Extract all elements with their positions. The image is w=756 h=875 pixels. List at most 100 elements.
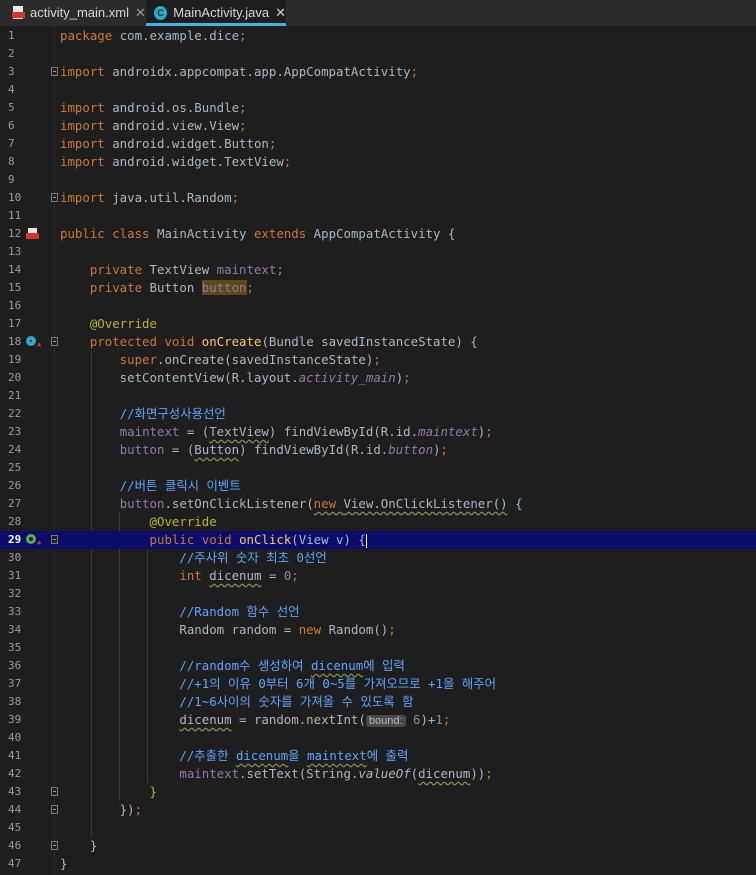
line-number[interactable]: 22 (8, 405, 38, 423)
code-line[interactable]: 18 ▲ protected void onCreate(Bundle saved… (0, 333, 756, 351)
code-line[interactable]: 42 maintext.setText(String.valueOf(dicen… (0, 765, 756, 783)
code-line[interactable]: 6 import android.view.View; (0, 117, 756, 135)
line-number[interactable]: 9 (8, 171, 38, 189)
code-text[interactable]: private Button button; (60, 279, 254, 297)
code-line[interactable]: 7 import android.widget.Button; (0, 135, 756, 153)
implement-method-icon[interactable] (26, 534, 36, 544)
code-line[interactable]: 2 (0, 45, 756, 63)
code-line[interactable]: 29 ▲ public void onClick(View v) { (0, 531, 756, 549)
code-line[interactable]: 46 } (0, 837, 756, 855)
code-line[interactable]: 47} (0, 855, 756, 873)
line-number[interactable]: 37 (8, 675, 38, 693)
tab-activity-main-xml[interactable]: activity_main.xml ✕ (0, 0, 146, 25)
code-text[interactable]: } (60, 855, 67, 873)
code-line[interactable]: 37 //+1의 이유 0부터 6개 0~5를 가져오므로 +1을 해주어 (0, 675, 756, 693)
code-text[interactable]: @Override (60, 315, 157, 333)
code-text[interactable]: //버튼 클릭시 이벤트 (60, 477, 241, 495)
line-number[interactable]: 31 (8, 567, 38, 585)
code-text[interactable]: Random random = new Random(); (60, 621, 395, 639)
code-text[interactable]: dicenum = random.nextInt(bound: 6)+1; (60, 711, 450, 730)
code-text[interactable]: //추출한 dicenum을 maintext에 출력 (60, 747, 408, 765)
line-number[interactable]: 1 (8, 27, 38, 45)
code-line[interactable]: 11 (0, 207, 756, 225)
line-number[interactable]: 15 (8, 279, 38, 297)
code-line[interactable]: 39 dicenum = random.nextInt(bound: 6)+1; (0, 711, 756, 729)
line-number[interactable]: 7 (8, 135, 38, 153)
line-number[interactable]: 27 (8, 495, 38, 513)
line-number[interactable]: 40 (8, 729, 38, 747)
code-text[interactable]: //주사위 숫자 최초 0선언 (60, 549, 326, 567)
line-number[interactable]: 24 (8, 441, 38, 459)
line-number[interactable]: 23 (8, 423, 38, 441)
code-line[interactable]: 45 (0, 819, 756, 837)
line-number[interactable]: 33 (8, 603, 38, 621)
fold-toggle-icon[interactable] (51, 805, 58, 814)
line-number[interactable]: 17 (8, 315, 38, 333)
line-number[interactable]: 10 (8, 189, 38, 207)
code-line[interactable]: 13 (0, 243, 756, 261)
line-number[interactable]: 21 (8, 387, 38, 405)
code-line[interactable]: 33 //Random 함수 선언 (0, 603, 756, 621)
code-line[interactable]: 5 import android.os.Bundle; (0, 99, 756, 117)
code-line[interactable]: 21 (0, 387, 756, 405)
code-text[interactable]: } (60, 783, 157, 801)
code-text[interactable]: maintext = (TextView) findViewById(R.id.… (60, 423, 493, 441)
fold-toggle-icon[interactable] (51, 193, 58, 202)
code-line[interactable]: 15 private Button button; (0, 279, 756, 297)
code-text[interactable]: package com.example.dice; (60, 27, 247, 45)
code-line[interactable]: 40 (0, 729, 756, 747)
code-line[interactable]: 34 Random random = new Random(); (0, 621, 756, 639)
line-number[interactable]: 36 (8, 657, 38, 675)
code-text[interactable]: int dicenum = 0; (60, 567, 298, 585)
tab-mainactivity-java[interactable]: C MainActivity.java ✕ (146, 0, 286, 26)
fold-toggle-icon[interactable] (51, 67, 58, 76)
line-number[interactable]: 28 (8, 513, 38, 531)
line-number[interactable]: 42 (8, 765, 38, 783)
line-number[interactable]: 43 (8, 783, 38, 801)
code-line[interactable]: 43 } (0, 783, 756, 801)
code-text[interactable]: maintext.setText(String.valueOf(dicenum)… (60, 765, 492, 783)
line-number[interactable]: 14 (8, 261, 38, 279)
code-text[interactable]: //화면구성사용선언 (60, 405, 226, 423)
code-text[interactable]: import android.os.Bundle; (60, 99, 247, 117)
code-text[interactable]: //1~6사이의 숫자를 가져올 수 있도록 함 (60, 693, 413, 711)
code-line[interactable]: 26 //버튼 클릭시 이벤트 (0, 477, 756, 495)
line-number[interactable]: 11 (8, 207, 38, 225)
related-layout-icon[interactable] (26, 228, 40, 240)
code-text[interactable]: //random수 생성하여 dicenum에 입력 (60, 657, 405, 675)
code-line[interactable]: 25 (0, 459, 756, 477)
code-line[interactable]: 23 maintext = (TextView) findViewById(R.… (0, 423, 756, 441)
code-line[interactable]: 20 setContentView(R.layout.activity_main… (0, 369, 756, 387)
code-line[interactable]: 4 (0, 81, 756, 99)
code-line[interactable]: 22 //화면구성사용선언 (0, 405, 756, 423)
code-line[interactable]: 36 //random수 생성하여 dicenum에 입력 (0, 657, 756, 675)
fold-toggle-icon[interactable] (51, 535, 58, 544)
code-line[interactable]: 31 int dicenum = 0; (0, 567, 756, 585)
code-line[interactable]: 10 import java.util.Random; (0, 189, 756, 207)
code-text[interactable]: setContentView(R.layout.activity_main); (60, 369, 411, 387)
code-text[interactable]: import android.widget.Button; (60, 135, 276, 153)
line-number[interactable]: 44 (8, 801, 38, 819)
line-number[interactable]: 20 (8, 369, 38, 387)
code-text[interactable]: import android.widget.TextView; (60, 153, 291, 171)
line-number[interactable]: 13 (8, 243, 38, 261)
code-line[interactable]: 30 //주사위 숫자 최초 0선언 (0, 549, 756, 567)
line-number[interactable]: 19 (8, 351, 38, 369)
code-text[interactable]: } (60, 837, 97, 855)
code-line[interactable]: 41 //추출한 dicenum을 maintext에 출력 (0, 747, 756, 765)
fold-toggle-icon[interactable] (51, 841, 58, 850)
line-number[interactable]: 45 (8, 819, 38, 837)
override-method-icon[interactable] (26, 336, 36, 346)
line-number[interactable]: 38 (8, 693, 38, 711)
code-line[interactable]: 9 (0, 171, 756, 189)
close-icon[interactable]: ✕ (135, 5, 146, 21)
line-number[interactable]: 32 (8, 585, 38, 603)
code-line[interactable]: 24 button = (Button) findViewById(R.id.b… (0, 441, 756, 459)
code-line[interactable]: 8 import android.widget.TextView; (0, 153, 756, 171)
line-number[interactable]: 26 (8, 477, 38, 495)
code-text[interactable]: button.setOnClickListener(new View.OnCli… (60, 495, 523, 513)
code-text[interactable]: }); (60, 801, 142, 819)
code-text[interactable]: @Override (60, 513, 217, 531)
code-line[interactable]: 28 @Override (0, 513, 756, 531)
line-number[interactable]: 35 (8, 639, 38, 657)
